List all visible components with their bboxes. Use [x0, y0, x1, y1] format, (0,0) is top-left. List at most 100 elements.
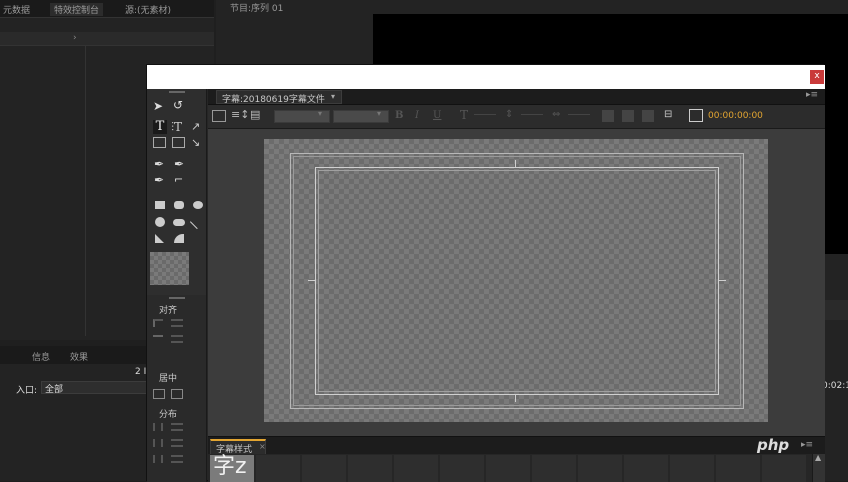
font-size-icon[interactable]: T — [460, 108, 468, 122]
center-section-label: 居中 — [159, 374, 178, 384]
tab-info[interactable]: 信息 — [32, 350, 50, 363]
distribute-center-icon[interactable] — [171, 423, 183, 431]
style-swatch[interactable]: 字z — [210, 454, 254, 482]
vertical-path-type-tool-icon[interactable]: ↘ — [191, 136, 200, 149]
font-family-arrow-icon[interactable]: ▾ — [318, 109, 322, 118]
title-tab-label: 字幕:20180619字幕文件 — [222, 95, 325, 105]
convert-anchor-tool-icon[interactable]: ⌐ — [174, 173, 183, 186]
dialog-titlebar: x — [147, 65, 825, 89]
styles-grid: 字z ▲ — [208, 453, 825, 482]
add-anchor-tool-icon[interactable]: ✒ — [154, 173, 164, 187]
tab-stops-icon[interactable]: ⊟ — [664, 109, 672, 120]
center-vertical-icon[interactable] — [171, 389, 183, 399]
top-tabbar: 元数据 特效控制台 源:(无素材) — [0, 0, 214, 18]
align-middle-icon[interactable] — [171, 335, 183, 343]
tool-preview-swatch — [150, 252, 189, 285]
dropdown-arrow-icon[interactable]: ▾ — [331, 92, 335, 101]
timecode-display[interactable]: 00:00:00:00 — [708, 111, 763, 121]
align-section-label: 对齐 — [159, 306, 178, 316]
styles-tabbar: 字幕样式 × ▸≡ — [208, 436, 825, 455]
style-swatch[interactable] — [532, 455, 576, 482]
aspect-field[interactable] — [521, 114, 543, 115]
italic-button[interactable]: I — [415, 110, 419, 121]
ellipse-tool-icon[interactable] — [193, 201, 203, 209]
align-top-icon[interactable] — [153, 335, 163, 343]
rounded-rectangle-tool-icon[interactable] — [174, 201, 184, 209]
show-background-video-icon[interactable] — [689, 109, 703, 122]
style-swatch[interactable] — [716, 455, 760, 482]
close-button[interactable]: x — [810, 70, 824, 84]
panel-menu-icon[interactable]: ▸≡ — [806, 90, 818, 100]
in-point-select[interactable]: 全部 — [41, 381, 147, 395]
distribute-top-icon[interactable] — [153, 439, 163, 447]
style-swatch[interactable] — [624, 455, 668, 482]
align-center-icon[interactable] — [171, 319, 183, 327]
templates-icon[interactable]: ▤ — [250, 108, 260, 121]
style-swatch[interactable] — [486, 455, 530, 482]
distribute-even-h-icon[interactable] — [153, 455, 163, 463]
style-sample-text: 字z — [213, 454, 247, 479]
roll-crawl-options-icon[interactable]: ≡↕ — [231, 108, 249, 121]
selection-tool-icon[interactable]: ➤ — [153, 99, 163, 113]
styles-scrollbar[interactable]: ▲ — [812, 453, 825, 482]
vertical-area-type-tool-icon[interactable] — [172, 137, 185, 148]
style-swatch[interactable] — [302, 455, 346, 482]
style-swatch[interactable] — [348, 455, 392, 482]
style-swatch[interactable] — [762, 455, 806, 482]
title-canvas[interactable] — [264, 139, 768, 422]
distribute-middle-icon[interactable] — [171, 439, 183, 447]
tab-title-designer[interactable]: 字幕:20180619字幕文件 ▾ — [216, 90, 342, 105]
style-swatch[interactable] — [670, 455, 714, 482]
close-tab-icon[interactable]: × — [259, 442, 266, 451]
type-tool-icon[interactable]: T — [153, 120, 167, 134]
font-size-field[interactable] — [474, 114, 496, 115]
underline-button[interactable]: U — [433, 110, 441, 121]
panel-menu-icon[interactable]: ▸≡ — [801, 440, 813, 450]
tab-effects[interactable]: 效果 — [70, 350, 88, 363]
rotation-tool-icon[interactable]: ↺ — [173, 98, 183, 112]
font-style-arrow-icon[interactable]: ▾ — [377, 109, 381, 118]
kerning-icon[interactable]: ⇔ — [552, 109, 560, 120]
delete-anchor-tool-icon[interactable]: ✒ — [174, 157, 184, 171]
aspect-icon[interactable]: ⇕ — [505, 109, 513, 120]
tab-effect-controls[interactable]: 特效控制台 — [50, 3, 104, 16]
tab-source[interactable]: 源:(无素材) — [125, 3, 171, 16]
vertical-type-tool-icon[interactable]: ⫶T — [171, 120, 182, 135]
style-swatch[interactable] — [256, 455, 300, 482]
line-tool-icon[interactable] — [189, 214, 205, 230]
item-count: 2 I — [135, 367, 147, 377]
new-title-icon[interactable] — [212, 110, 226, 122]
watermark-logo: php — [757, 436, 790, 454]
style-swatch[interactable] — [440, 455, 484, 482]
tab-metadata[interactable]: 元数据 — [3, 3, 30, 16]
tab-program[interactable]: 节目:序列 01 — [230, 1, 283, 14]
rectangle-tool-icon[interactable] — [155, 201, 165, 209]
distribute-left-icon[interactable] — [153, 423, 163, 431]
path-type-tool-icon[interactable]: ↗ — [191, 120, 200, 133]
tools-panel: ➤ ↺ T ⫶T ↗ ↘ ✒ ✒ ✒ ⌐ — [147, 89, 207, 295]
style-swatch[interactable] — [578, 455, 622, 482]
arc-tool-icon[interactable] — [174, 234, 184, 243]
pen-tool-icon[interactable]: ✒ — [154, 157, 164, 171]
designer-tabbar: 字幕:20180619字幕文件 ▾ ▸≡ — [208, 89, 825, 105]
wedge-tool-icon[interactable] — [155, 234, 164, 243]
panel-grip[interactable] — [169, 91, 185, 93]
style-swatch[interactable] — [394, 455, 438, 482]
chevron-right-icon[interactable]: › — [73, 33, 77, 43]
designer-toolbar: ≡↕ ▤ ▾ ▾ B I U T ⇕ ⇔ ⊟ 00:00:00:00 — [208, 105, 825, 129]
area-type-tool-icon[interactable] — [153, 137, 166, 148]
clipped-corner-tool-icon[interactable] — [155, 217, 165, 227]
panel-grip[interactable] — [169, 297, 185, 299]
bottom-tabbar: 信息 效果 — [0, 346, 147, 364]
bold-button[interactable]: B — [395, 110, 403, 121]
title-safe-margin — [315, 167, 719, 395]
scroll-up-icon[interactable]: ▲ — [815, 453, 821, 462]
align-left-text-icon[interactable] — [602, 110, 614, 122]
rounded-corner-tool-icon[interactable] — [173, 219, 185, 226]
align-left-icon[interactable] — [153, 319, 163, 327]
align-center-text-icon[interactable] — [622, 110, 634, 122]
align-right-text-icon[interactable] — [642, 110, 654, 122]
kerning-field[interactable] — [568, 114, 590, 115]
center-horizontal-icon[interactable] — [153, 389, 165, 399]
distribute-even-v-icon[interactable] — [171, 455, 183, 463]
